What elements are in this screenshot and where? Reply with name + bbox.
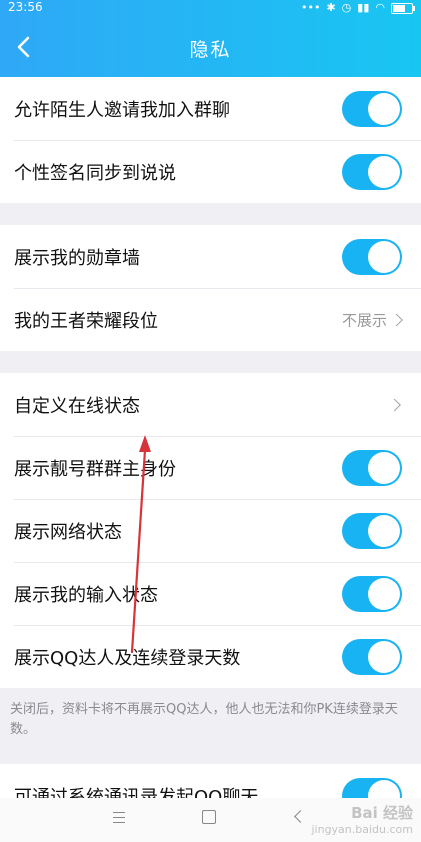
status-icons: ••• ✱ ◷ ▮▮ ◠ — [300, 1, 415, 15]
app-header: 23:56 ••• ✱ ◷ ▮▮ ◠ 隐私 — [0, 0, 421, 77]
system-nav-bar: Bai 经验 jingyan.baidu.com — [0, 798, 421, 842]
settings-group-2: 展示我的勋章墙 我的王者荣耀段位 不展示 — [0, 225, 421, 351]
more-dots-icon: ••• — [300, 1, 321, 14]
home-icon[interactable] — [202, 810, 216, 824]
toggle-switch[interactable] — [342, 638, 402, 675]
bluetooth-icon: ✱ — [326, 1, 336, 14]
footnote-text: 关闭后，资料卡将不再展示QQ达人，他人也无法和你PK连续登录天数。 — [10, 702, 398, 737]
row-allow-stranger-invite[interactable]: 允许陌生人邀请我加入群聊 — [0, 77, 421, 140]
toggle-switch[interactable] — [342, 153, 402, 190]
menu-icon[interactable] — [113, 812, 125, 827]
row-custom-online-status[interactable]: 自定义在线状态 — [0, 373, 421, 436]
page-title: 隐私 — [189, 39, 232, 61]
row-label: 自定义在线状态 — [14, 395, 140, 417]
battery-icon — [391, 2, 415, 14]
settings-list: 允许陌生人邀请我加入群聊 个性签名同步到说说 展示我的勋章墙 我的王者荣耀段位 … — [0, 77, 421, 827]
watermark: Bai 经验 jingyan.baidu.com — [311, 802, 413, 836]
alarm-icon: ◷ — [341, 1, 352, 14]
settings-group-1: 允许陌生人邀请我加入群聊 个性签名同步到说说 — [0, 77, 421, 203]
wifi-icon: ◠ — [375, 1, 385, 14]
chevron-right-icon — [390, 313, 403, 326]
row-value[interactable]: 不展示 — [341, 309, 403, 330]
status-bar: 23:56 ••• ✱ ◷ ▮▮ ◠ — [0, 0, 421, 16]
settings-group-3: 自定义在线状态 展示靓号群群主身份 展示网络状态 展示我的输入状态 展示QQ达人… — [0, 373, 421, 688]
back-icon[interactable] — [294, 810, 307, 823]
toggle-switch[interactable] — [342, 512, 402, 549]
toggle-switch[interactable] — [342, 449, 402, 486]
row-honor-of-kings-rank[interactable]: 我的王者荣耀段位 不展示 — [0, 288, 421, 351]
status-time: 23:56 — [8, 0, 43, 14]
row-value-text: 不展示 — [341, 311, 387, 329]
watermark-url: jingyan.baidu.com — [311, 823, 413, 836]
toggle-switch[interactable] — [342, 90, 402, 127]
nav-bar: 隐私 — [0, 27, 421, 71]
watermark-logo-text: Bai 经验 — [351, 804, 413, 822]
toggle-switch[interactable] — [342, 575, 402, 612]
row-signature-sync[interactable]: 个性签名同步到说说 — [0, 140, 421, 203]
row-medal-wall[interactable]: 展示我的勋章墙 — [0, 225, 421, 288]
row-typing-status[interactable]: 展示我的输入状态 — [0, 562, 421, 625]
row-vip-group-owner[interactable]: 展示靓号群群主身份 — [0, 436, 421, 499]
row-qq-expert-login-days[interactable]: 展示QQ达人及连续登录天数 — [0, 625, 421, 688]
signal-icon: ▮▮ — [357, 1, 370, 14]
row-network-status[interactable]: 展示网络状态 — [0, 499, 421, 562]
toggle-switch[interactable] — [342, 238, 402, 275]
